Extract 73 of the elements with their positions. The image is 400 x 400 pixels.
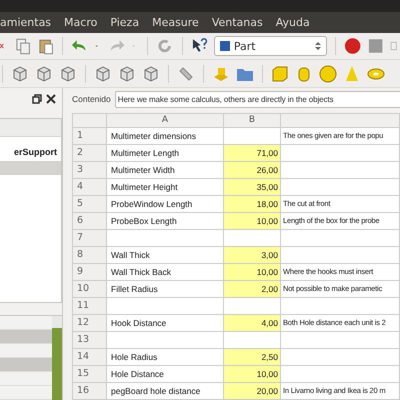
row-header[interactable]: 8: [73, 247, 107, 264]
row-header[interactable]: 2: [73, 145, 107, 162]
content-label: Contenido: [72, 94, 111, 104]
cube-view-icon[interactable]: [35, 64, 53, 82]
table-cell: pegBoard hole distance: [107, 383, 224, 400]
menu-item[interactable]: Ayuda: [276, 16, 310, 29]
tree-header: [0, 119, 61, 138]
table-cell: Multimeter dimensions: [107, 128, 224, 145]
row-header[interactable]: 1: [73, 128, 107, 145]
cube-view-icon[interactable]: [11, 64, 29, 82]
row-header[interactable]: 11: [73, 298, 107, 315]
table-cell: 71,00: [224, 145, 281, 162]
menu-item[interactable]: Measure: [152, 16, 199, 29]
table-cell: 3,00: [224, 247, 281, 264]
sphere-icon[interactable]: [319, 64, 337, 82]
menu-item[interactable]: Ventanas: [212, 16, 263, 29]
table-cell: 18,00: [224, 196, 281, 213]
table-cell: 2,00: [224, 281, 281, 298]
table-cell: Hook Distance: [107, 315, 224, 332]
cube-view-icon[interactable]: [118, 64, 136, 82]
record-icon[interactable]: [344, 37, 362, 55]
row-header[interactable]: 4: [73, 179, 107, 196]
tree-item[interactable]: erSupport: [0, 147, 61, 162]
content-field[interactable]: Here we make some calculus, others are directly in the objects: [114, 90, 400, 108]
row-header[interactable]: 10: [73, 281, 107, 298]
refresh-icon[interactable]: [156, 37, 174, 55]
table-cell: Multimeter Height: [107, 179, 224, 196]
workbench-dropdown[interactable]: Part: [214, 36, 327, 56]
ruler-icon[interactable]: [177, 64, 195, 82]
row-header[interactable]: 12: [73, 315, 107, 332]
row-header[interactable]: 9: [73, 264, 107, 281]
column-header[interactable]: B: [224, 114, 281, 128]
scrollbar[interactable]: [52, 316, 62, 400]
table-cell: 26,00: [224, 162, 281, 179]
table-cell: ProbeBox Length: [107, 213, 224, 230]
table-cell: Multimeter Length: [107, 145, 224, 162]
menu-item[interactable]: Macro: [64, 16, 98, 29]
table-cell: Hole Distance: [107, 366, 224, 383]
menu-item[interactable]: amientas: [0, 16, 52, 29]
table-cell: Hole Radius: [107, 349, 224, 366]
restore-icon[interactable]: [32, 94, 42, 104]
table-cell: Fillet Radius: [107, 281, 224, 298]
table-cell: ProbeWindow Length: [107, 196, 224, 213]
row-header[interactable]: 6: [73, 213, 107, 230]
paste-icon[interactable]: [37, 37, 54, 55]
row-header[interactable]: 15: [73, 366, 107, 383]
table-cell: 10,00: [224, 213, 281, 230]
cube-view-icon[interactable]: [94, 64, 112, 82]
table-cell: 35,00: [224, 179, 281, 196]
spinner-arrows-icon: [314, 41, 321, 51]
table-cell: 4,00: [224, 315, 281, 332]
table-cell: 10,00: [224, 366, 281, 383]
table-cell: Wall Thick Back: [107, 264, 224, 281]
column-header[interactable]: A: [107, 114, 224, 128]
menu-item[interactable]: Pieza: [110, 16, 140, 29]
row-header[interactable]: 13: [73, 332, 107, 349]
close-icon[interactable]: [46, 94, 56, 104]
table-cell: 2,50: [224, 349, 281, 366]
cube-view-icon[interactable]: [59, 64, 77, 82]
copy-icon[interactable]: [14, 37, 31, 55]
stop-icon[interactable]: [367, 37, 384, 55]
row-header[interactable]: 7: [73, 230, 107, 247]
box-icon[interactable]: [271, 64, 289, 82]
row-header[interactable]: 16: [73, 383, 107, 400]
cube-icon: [220, 41, 230, 51]
row-header[interactable]: 14: [73, 349, 107, 366]
table-cell: 10,00: [224, 264, 281, 281]
table-cell: Wall Thick: [107, 247, 224, 264]
row-header[interactable]: 5: [73, 196, 107, 213]
table-cell: 20,00: [224, 383, 281, 400]
table-cell: Multimeter Width: [107, 162, 224, 179]
cube-view-icon[interactable]: [142, 64, 160, 82]
row-header[interactable]: 3: [73, 162, 107, 179]
